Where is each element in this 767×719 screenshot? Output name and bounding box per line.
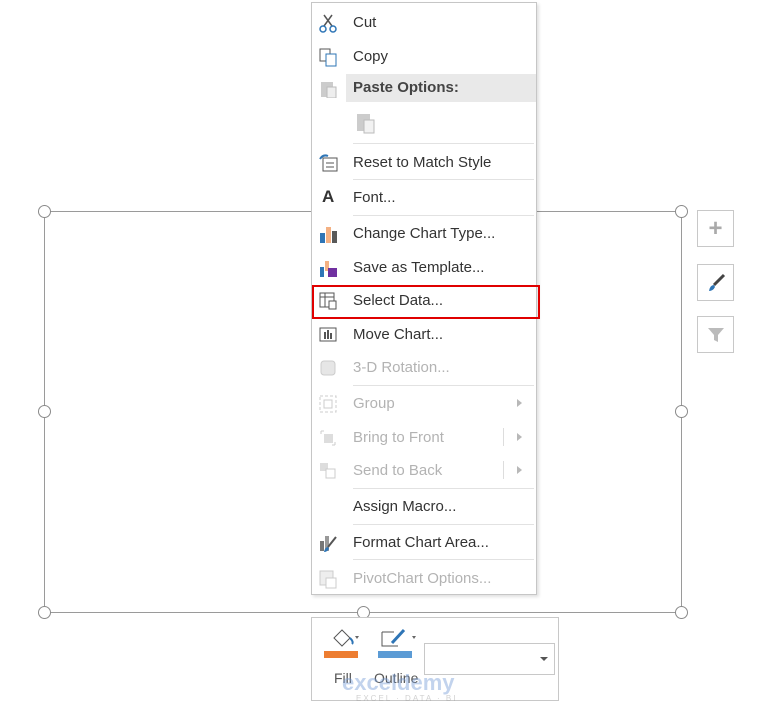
format-area-icon (320, 536, 337, 552)
menu-item-assign-macro[interactable]: Assign Macro... (312, 492, 536, 522)
separator (353, 215, 534, 216)
save-template-icon (320, 261, 337, 277)
menu-item-pivotchart-options: PivotChart Options... (312, 564, 536, 594)
menu-item-move-chart[interactable]: Move Chart... (312, 320, 536, 350)
menu-item-format-chart-area[interactable]: Format Chart Area... (312, 528, 536, 558)
separator (353, 559, 534, 560)
paint-bucket-icon (333, 629, 359, 647)
resize-handle-top-right[interactable] (675, 205, 688, 218)
submenu-arrow-icon (517, 433, 522, 441)
scissors-icon (319, 14, 337, 33)
menu-item-bring-to-front: Bring to Front (312, 423, 536, 453)
resize-handle-right[interactable] (675, 405, 688, 418)
separator (353, 385, 534, 386)
3d-rotation-icon (320, 360, 336, 376)
mini-toolbar: Fill Outline (311, 617, 559, 701)
resize-handle-bottom-right[interactable] (675, 606, 688, 619)
group-icon (319, 395, 337, 413)
menu-item-copy[interactable]: Copy (312, 42, 536, 72)
brush-icon (708, 273, 725, 291)
menu-item-group: Group (312, 389, 536, 419)
copy-icon (319, 48, 337, 67)
filter-icon (707, 327, 724, 342)
submenu-arrow-icon (517, 399, 522, 407)
separator (353, 179, 534, 180)
outline-pen-icon (381, 628, 416, 647)
highlight-box (312, 285, 540, 319)
chart-filters-button[interactable] (697, 316, 734, 353)
submenu-arrow-icon (517, 466, 522, 474)
paste-keep-formatting-icon[interactable] (355, 110, 379, 136)
menu-item-save-as-template[interactable]: Save as Template... (312, 253, 536, 283)
chart-elements-button[interactable]: + (697, 210, 734, 247)
separator (353, 524, 534, 525)
chart-type-icon (320, 227, 337, 243)
outline-button[interactable]: Outline (374, 626, 424, 696)
fill-button[interactable]: Fill (322, 626, 367, 696)
separator (353, 143, 534, 144)
paste-icon (321, 82, 337, 98)
plus-icon: + (708, 214, 723, 242)
fill-color-swatch (324, 651, 358, 658)
menu-item-change-chart-type[interactable]: Change Chart Type... (312, 219, 536, 249)
menu-item-3d-rotation: 3-D Rotation... (312, 353, 536, 383)
separator (353, 488, 534, 489)
move-chart-icon (319, 327, 337, 342)
resize-handle-top-left[interactable] (38, 205, 51, 218)
outline-color-swatch (378, 651, 412, 658)
menu-item-cut[interactable]: Cut (312, 8, 536, 38)
chart-styles-button[interactable] (697, 264, 734, 301)
resize-handle-bottom-left[interactable] (38, 606, 51, 619)
font-icon: A (322, 187, 335, 206)
menu-item-reset-to-match-style[interactable]: Reset to Match Style (312, 148, 536, 178)
menu-item-font[interactable]: A Font... (312, 183, 536, 213)
dropdown-arrow-icon (540, 657, 548, 661)
menu-item-send-to-back: Send to Back (312, 456, 536, 486)
resize-handle-left[interactable] (38, 405, 51, 418)
chart-element-dropdown[interactable] (424, 643, 555, 675)
bring-front-icon (320, 430, 336, 446)
pivot-options-icon (319, 570, 337, 589)
send-back-icon (320, 463, 336, 479)
context-menu: Cut Copy Paste Options: Reset to Match S… (311, 2, 540, 595)
reset-style-icon (319, 154, 338, 172)
menu-item-paste-options: Paste Options: (312, 73, 536, 103)
